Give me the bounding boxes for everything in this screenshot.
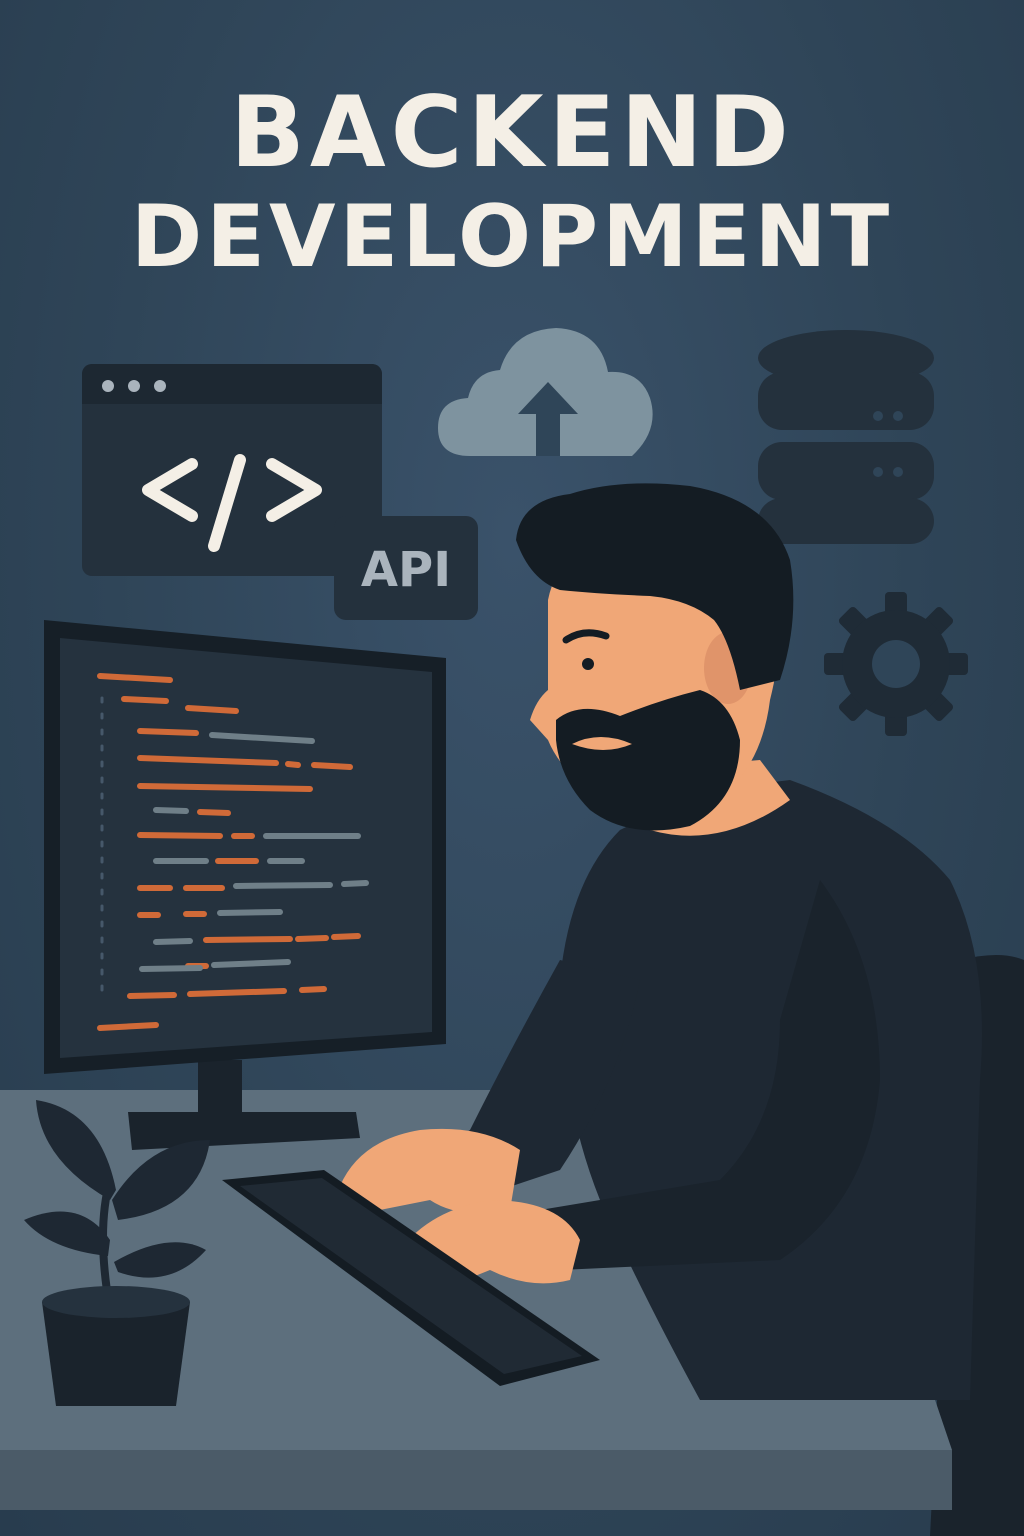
poster: BACKEND DEVELOPMENT API — [0, 0, 1024, 1536]
database-server-icon — [758, 330, 934, 544]
gear-icon — [824, 592, 968, 736]
api-badge: API — [334, 516, 478, 620]
cloud-upload-icon — [438, 328, 653, 456]
illustration — [0, 328, 1024, 1536]
